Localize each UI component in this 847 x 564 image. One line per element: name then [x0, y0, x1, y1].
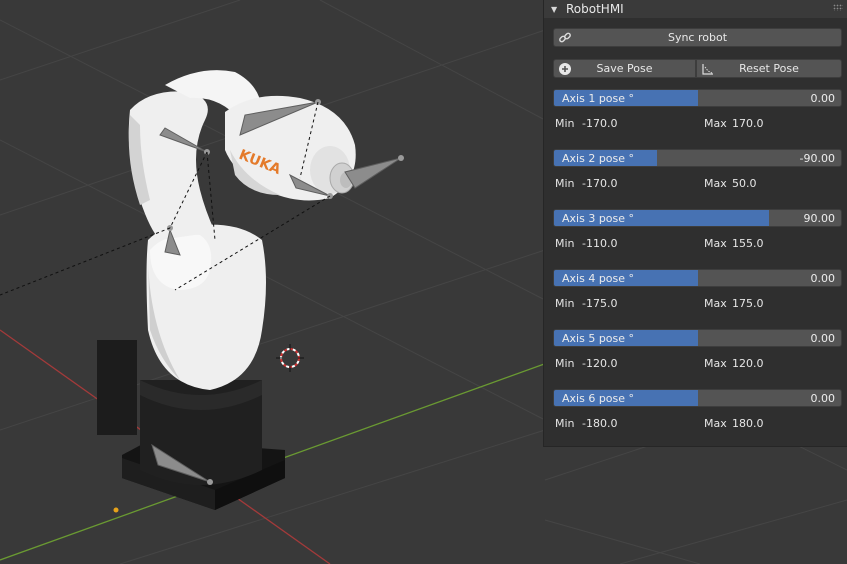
axis-1-label: Axis 1 pose ° [562, 92, 635, 105]
axis-1-max-value: 170.0 [732, 117, 764, 130]
reset-pose-button[interactable]: Reset Pose [696, 59, 842, 78]
reset-pose-icon [702, 64, 713, 75]
reset-pose-label: Reset Pose [739, 62, 799, 75]
sync-robot-button[interactable]: Sync robot [553, 28, 842, 47]
axis-6-min-label: Min [555, 417, 575, 430]
axis-3-value: 90.00 [803, 212, 836, 225]
robot-hmi-panel: ▼ RobotHMI Sync robot Save Pose Reset Po… [544, 0, 847, 446]
axis-4-min-value: -175.0 [582, 297, 618, 310]
panel-title: RobotHMI [566, 2, 624, 16]
axis-6-max-label: Max [704, 417, 727, 430]
axis-5-slider[interactable]: Axis 5 pose ° 0.00 [553, 329, 842, 347]
axis-6-max-value: 180.0 [732, 417, 764, 430]
collapse-chevron-icon[interactable]: ▼ [551, 5, 559, 14]
plus-circle-icon [559, 63, 571, 75]
axis-6-min-value: -180.0 [582, 417, 618, 430]
axis-3-max-value: 155.0 [732, 237, 764, 250]
axis-1-min-value: -170.0 [582, 117, 618, 130]
axis-6-slider[interactable]: Axis 6 pose ° 0.00 [553, 389, 842, 407]
axis-4-value: 0.00 [810, 272, 836, 285]
axis-2-max-label: Max [704, 177, 727, 190]
axis-3-min-label: Min [555, 237, 575, 250]
save-pose-button[interactable]: Save Pose [553, 59, 696, 78]
axis-6-value: 0.00 [810, 392, 836, 405]
axis-2-value: -90.00 [799, 152, 835, 165]
axis-5-max-value: 120.0 [732, 357, 764, 370]
axis-3-min-value: -110.0 [582, 237, 618, 250]
axis-1-max-label: Max [704, 117, 727, 130]
sync-robot-label: Sync robot [667, 31, 728, 44]
axis-3-slider[interactable]: Axis 3 pose ° 90.00 [553, 209, 842, 227]
link-icon [559, 32, 571, 43]
origin-point [113, 507, 119, 513]
3d-cursor-icon[interactable] [276, 344, 304, 372]
axis-5-max-label: Max [704, 357, 727, 370]
axis-1-slider[interactable]: Axis 1 pose ° 0.00 [553, 89, 842, 107]
axis-4-slider[interactable]: Axis 4 pose ° 0.00 [553, 269, 842, 287]
axis-4-label: Axis 4 pose ° [562, 272, 635, 285]
axis-5-range: Min -120.0 Max 120.0 [555, 357, 835, 371]
drag-grip-icon[interactable] [833, 4, 843, 11]
axis-5-value: 0.00 [810, 332, 836, 345]
axis-3-max-label: Max [704, 237, 727, 250]
axis-2-label: Axis 2 pose ° [562, 152, 635, 165]
panel-header[interactable]: ▼ RobotHMI [544, 0, 847, 18]
axis-2-min-value: -170.0 [582, 177, 618, 190]
axis-2-min-label: Min [555, 177, 575, 190]
axis-4-min-label: Min [555, 297, 575, 310]
robot-arm [128, 70, 356, 390]
save-pose-label: Save Pose [596, 62, 653, 75]
axis-1-min-label: Min [555, 117, 575, 130]
axis-4-range: Min -175.0 Max 175.0 [555, 297, 835, 311]
axis-2-range: Min -170.0 Max 50.0 [555, 177, 835, 191]
axis-6-range: Min -180.0 Max 180.0 [555, 417, 835, 431]
axis-6-label: Axis 6 pose ° [562, 392, 635, 405]
axis-5-label: Axis 5 pose ° [562, 332, 635, 345]
axis-1-value: 0.00 [810, 92, 836, 105]
axis-5-min-label: Min [555, 357, 575, 370]
axis-4-max-value: 175.0 [732, 297, 764, 310]
axis-4-max-label: Max [704, 297, 727, 310]
axis-3-label: Axis 3 pose ° [562, 212, 635, 225]
axis-2-max-value: 50.0 [732, 177, 757, 190]
axis-5-min-value: -120.0 [582, 357, 618, 370]
axis-1-range: Min -170.0 Max 170.0 [555, 117, 835, 131]
axis-3-range: Min -110.0 Max 155.0 [555, 237, 835, 251]
axis-2-slider[interactable]: Axis 2 pose ° -90.00 [553, 149, 842, 167]
